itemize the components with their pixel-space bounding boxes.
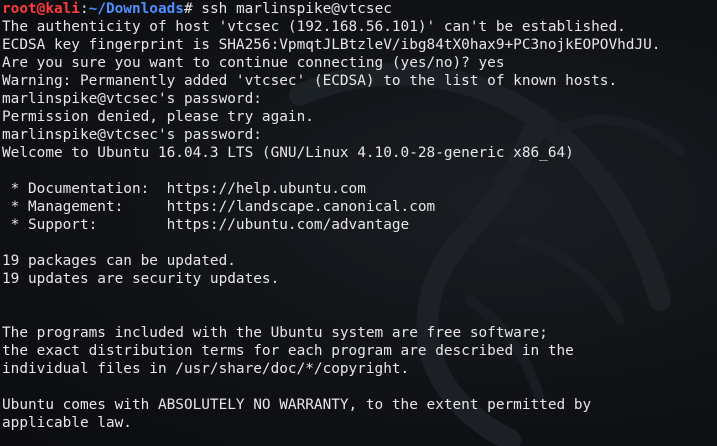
output-line: Ubuntu comes with ABSOLUTELY NO WARRANTY… [2,397,592,413]
output-line: Are you sure you want to continue connec… [2,55,505,71]
output-line: applicable law. [2,415,132,431]
output-line: 19 packages can be updated. [2,253,236,269]
output-line: marlinspike@vtcsec's password: [2,91,262,107]
terminal-output: root@kali:~/Downloads# ssh marlinspike@v… [2,0,717,432]
output-line: 19 updates are security updates. [2,271,280,287]
output-line: * Support: https://ubuntu.com/advantage [2,217,410,233]
output-line: the exact distribution terms for each pr… [2,343,574,359]
prompt-line: root@kali:~/Downloads# ssh marlinspike@v… [2,0,717,18]
output-line: individual files in /usr/share/doc/*/cop… [2,361,410,377]
output-line: Welcome to Ubuntu 16.04.3 LTS (GNU/Linux… [2,145,574,161]
output-line: Warning: Permanently added 'vtcsec' (ECD… [2,73,618,89]
prompt-user-host: root@kali [2,1,80,17]
output-line: * Documentation: https://help.ubuntu.com [2,181,366,197]
prompt-command: ssh marlinspike@vtcsec [201,1,392,17]
prompt-path: ~/Downloads [88,1,184,17]
output-line: Permission denied, please try again. [2,109,314,125]
output-line: ECDSA key fingerprint is SHA256:VpmqtJLB… [2,37,661,53]
output-line: * Management: https://landscape.canonica… [2,199,436,215]
output-line: The programs included with the Ubuntu sy… [2,325,548,341]
output-line: The authenticity of host 'vtcsec (192.16… [2,19,626,35]
prompt-symbol: # [183,1,202,17]
prompt-separator: : [79,1,89,17]
terminal-window[interactable]: root@kali:~/Downloads# ssh marlinspike@v… [0,0,717,446]
output-line: marlinspike@vtcsec's password: [2,127,262,143]
